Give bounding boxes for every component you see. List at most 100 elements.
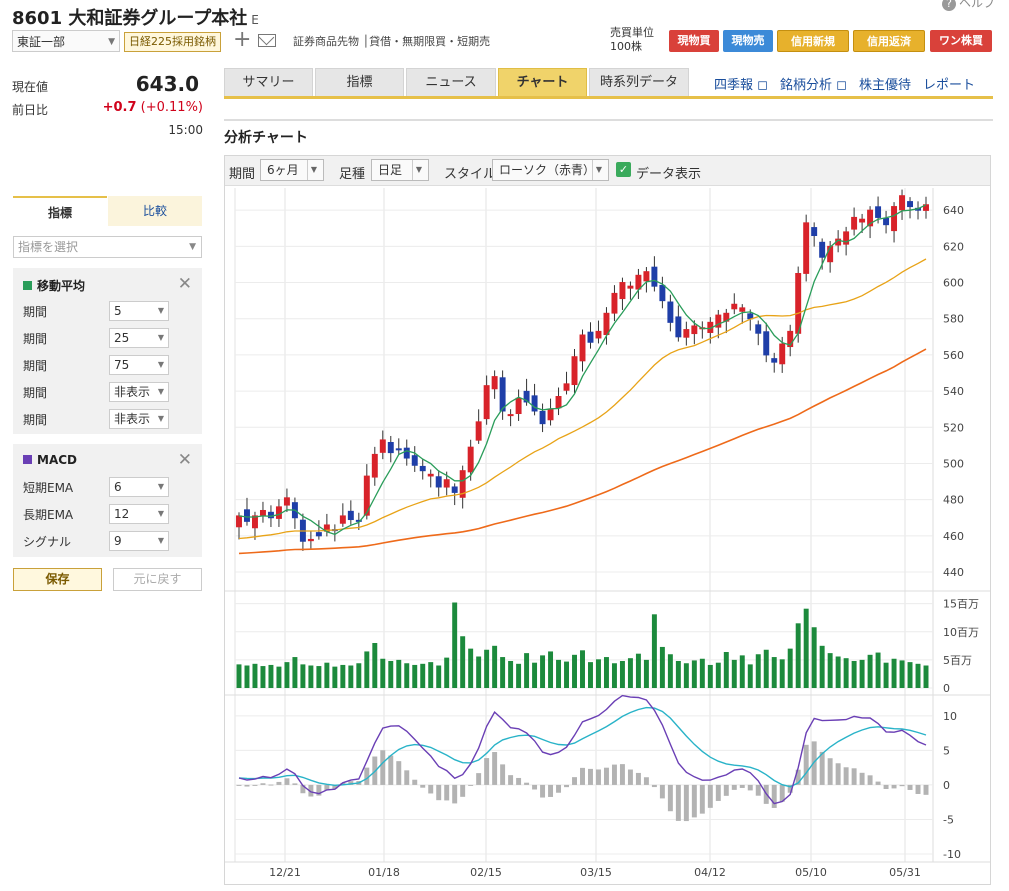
tab-compare[interactable]: 比較 xyxy=(108,196,202,226)
candle xyxy=(667,301,674,323)
add-portfolio-icon[interactable]: + xyxy=(233,27,251,52)
style-select[interactable]: ローソク（赤青） ▼ xyxy=(492,159,609,181)
volume-bar xyxy=(851,661,857,688)
macd-tick: 0 xyxy=(943,779,950,792)
volume-bar xyxy=(651,614,657,688)
candle xyxy=(819,241,826,258)
chevron-down-icon: ▼ xyxy=(307,160,320,180)
volume-bar xyxy=(603,657,609,688)
date-tick: 02/15 xyxy=(470,866,502,879)
macd-hist-bar xyxy=(827,758,833,785)
macd-hist-bar xyxy=(556,784,562,793)
foot-select[interactable]: 日足 ▼ xyxy=(371,159,429,181)
candle xyxy=(891,206,898,232)
macd-hist-bar xyxy=(803,744,809,785)
trade-button-3[interactable]: 信用返済 xyxy=(853,30,925,52)
link-shikiho[interactable]: 四季報 ◻ xyxy=(714,74,768,93)
tab-4[interactable]: 時系列データ xyxy=(589,68,689,96)
ma-panel: 移動平均 ✕ 期間 5 ▼ 期間 25 ▼ 期間 75 ▼ 期間 非表示 ▼ 期間 非表示 ▼ xyxy=(13,268,202,434)
volume-bar xyxy=(675,661,681,688)
tab-1[interactable]: 指標 xyxy=(315,68,404,96)
tab-underline xyxy=(224,96,993,99)
link-report[interactable]: レポート xyxy=(923,74,975,93)
volume-bar xyxy=(811,627,817,688)
tab-2[interactable]: ニュース xyxy=(406,68,496,96)
trade-button-1[interactable]: 現物売 xyxy=(723,30,773,52)
chevron-down-icon: ▼ xyxy=(157,360,164,369)
help-link[interactable]: ? ヘルプ xyxy=(941,0,995,11)
ma-period-select-3[interactable]: 非表示 ▼ xyxy=(109,382,169,402)
macd-param-label-1: 長期EMA xyxy=(23,508,74,522)
candle xyxy=(563,383,570,391)
trade-button-2[interactable]: 信用新規 xyxy=(777,30,849,52)
close-icon[interactable]: ✕ xyxy=(178,452,192,469)
volume-bar xyxy=(867,654,873,688)
candle xyxy=(611,292,618,314)
macd-hist-bar xyxy=(548,784,554,797)
date-tick: 03/15 xyxy=(580,866,612,879)
macd-tick: 5 xyxy=(943,744,950,757)
indicator-select[interactable]: 指標を選択 ▼ xyxy=(13,236,202,258)
volume-bar xyxy=(795,623,801,688)
tab-indicator[interactable]: 指標 xyxy=(13,196,107,226)
volume-bar xyxy=(683,663,689,688)
ma-period-select-0[interactable]: 5 ▼ xyxy=(109,301,169,321)
tab-0[interactable]: サマリー xyxy=(224,68,313,96)
volume-bar xyxy=(667,654,673,688)
macd-hist-bar xyxy=(771,784,777,808)
macd-hist-bar xyxy=(707,784,713,808)
candle xyxy=(443,479,450,488)
macd-line xyxy=(238,694,927,805)
volume-bar xyxy=(420,663,426,688)
save-button[interactable]: 保存 xyxy=(13,568,102,591)
candle xyxy=(307,538,314,542)
link-yutai[interactable]: 株主優待 xyxy=(859,74,911,93)
chevron-down-icon: ▼ xyxy=(157,536,164,545)
date-tick: 04/12 xyxy=(694,866,726,879)
macd-title: MACD xyxy=(23,453,77,467)
macd-hist-bar xyxy=(460,784,466,797)
macd-hist-bar xyxy=(683,784,689,822)
chevron-down-icon: ▼ xyxy=(189,242,196,252)
ma-period-select-1[interactable]: 25 ▼ xyxy=(109,328,169,348)
macd-tick: 10 xyxy=(943,710,957,723)
macd-hist-bar xyxy=(540,784,546,798)
trade-button-0[interactable]: 現物買 xyxy=(669,30,719,52)
stock-title: 8601 大和証券グループ本社 E xyxy=(12,8,259,29)
volume-bar xyxy=(771,657,777,688)
reset-button[interactable]: 元に戻す xyxy=(113,568,202,591)
price-tick: 540 xyxy=(943,385,964,398)
ma-period-select-4[interactable]: 非表示 ▼ xyxy=(109,409,169,429)
macd-tick: -10 xyxy=(943,848,961,861)
mail-icon[interactable] xyxy=(258,34,276,47)
volume-tick: 15百万 xyxy=(943,598,979,611)
macd-param-select-2[interactable]: 9 ▼ xyxy=(109,531,169,551)
macd-param-label-0: 短期EMA xyxy=(23,481,74,495)
market-select[interactable]: 東証一部 ▼ xyxy=(12,30,120,52)
period-select[interactable]: 6ヶ月 ▼ xyxy=(260,159,324,181)
candle xyxy=(275,506,282,519)
macd-param-select-0[interactable]: 6 ▼ xyxy=(109,477,169,497)
tab-3[interactable]: チャート xyxy=(498,68,587,96)
quote-time: 15:00 xyxy=(168,123,203,137)
candle xyxy=(259,509,266,516)
candle xyxy=(731,303,738,310)
volume-bar xyxy=(731,659,737,688)
volume-bar xyxy=(236,664,242,688)
volume-bar xyxy=(396,659,402,688)
ma-period-select-2[interactable]: 75 ▼ xyxy=(109,355,169,375)
volume-bar xyxy=(324,662,330,688)
candle xyxy=(483,385,490,420)
macd-hist-bar xyxy=(899,784,905,787)
trade-button-4[interactable]: ワン株買 xyxy=(930,30,992,52)
close-icon[interactable]: ✕ xyxy=(178,276,192,293)
checkbox-checked-icon[interactable]: ✓ xyxy=(616,162,631,177)
candle xyxy=(435,476,442,488)
macd-hist-bar xyxy=(723,784,729,796)
macd-hist-bar xyxy=(835,763,841,785)
candle xyxy=(491,376,498,390)
macd-param-select-1[interactable]: 12 ▼ xyxy=(109,504,169,524)
volume-bar xyxy=(348,665,354,688)
macd-hist-bar xyxy=(699,784,705,814)
link-analysis[interactable]: 銘柄分析 ◻ xyxy=(780,74,847,93)
